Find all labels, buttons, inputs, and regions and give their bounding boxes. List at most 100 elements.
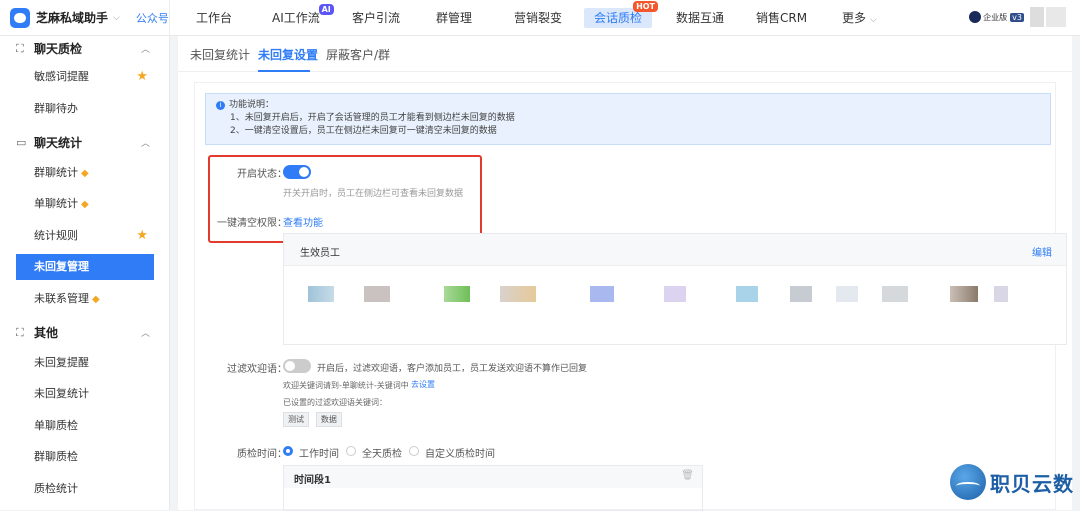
nav-item-session-qc[interactable]: 会话质检HOT bbox=[584, 8, 652, 28]
qc-time-label: 质检时间： bbox=[237, 445, 287, 460]
sidebar-item-group-qc[interactable]: 群聊质检 bbox=[16, 444, 154, 470]
active-tab-underline bbox=[258, 70, 310, 72]
sidebar-group-label: 聊天统计 bbox=[34, 134, 82, 151]
staff-avatar-blurred bbox=[994, 286, 1008, 302]
qc-option-work-time-label[interactable]: 工作时间 bbox=[299, 445, 339, 460]
nav-item-marketing[interactable]: 营销裂变 bbox=[514, 9, 562, 27]
staff-avatar-blurred bbox=[664, 286, 686, 302]
sidebar-item-unreplied-reminder[interactable]: 未回复提醒 bbox=[16, 350, 154, 376]
hot-badge: HOT bbox=[633, 1, 658, 12]
sidebar-item-unreplied-stats[interactable]: 未回复统计 bbox=[16, 381, 154, 407]
sidebar-item-unreplied-management[interactable]: 未回复管理 bbox=[16, 254, 154, 280]
gzh-link[interactable]: 公众号 bbox=[136, 10, 169, 26]
status-label: 开启状态： bbox=[237, 165, 287, 180]
clear-permission-label: 一键清空权限： bbox=[217, 214, 287, 229]
brand-name: 芝麻私域助手 bbox=[36, 9, 108, 26]
nav-item-group-management[interactable]: 群管理 bbox=[436, 9, 472, 27]
star-icon[interactable]: ★ bbox=[136, 64, 148, 90]
account-area[interactable]: 企业版 v3 bbox=[969, 7, 1066, 27]
staff-panel-header: 生效员工 编辑 bbox=[284, 234, 1066, 266]
watermark: 职贝云数 bbox=[950, 464, 1074, 500]
qc-option-custom-radio[interactable] bbox=[409, 446, 419, 456]
staff-avatar-blurred bbox=[364, 286, 390, 302]
view-feature-link[interactable]: 查看功能 bbox=[283, 214, 323, 229]
chevron-down-icon: ⌵ bbox=[870, 15, 877, 25]
enterprise-icon bbox=[969, 11, 981, 23]
info-icon: i bbox=[216, 101, 225, 110]
sidebar-item-qc-stats[interactable]: 质检统计 bbox=[16, 476, 154, 502]
staff-avatar-blurred bbox=[590, 286, 614, 302]
top-bar: 芝麻私域助手 ⌵ 公众号 工作台 AI工作流AI 客户引流 群管理 营销裂变 会… bbox=[0, 0, 1080, 36]
qc-option-work-time-radio[interactable] bbox=[283, 446, 293, 456]
username-blur bbox=[1046, 7, 1066, 27]
scan-icon: ⛶ bbox=[16, 326, 28, 340]
vip-gem-icon: ◆ bbox=[92, 294, 100, 305]
tab-bar: 未回复统计 未回复设置 屏蔽客户/群 bbox=[178, 36, 1072, 72]
status-toggle[interactable] bbox=[283, 165, 311, 179]
edition-label: 企业版 bbox=[983, 12, 1007, 23]
sidebar-group-chat-qc[interactable]: ⛶ 聊天质检 ︿ bbox=[16, 40, 156, 57]
app-logo-icon bbox=[10, 8, 30, 28]
sidebar-item-single-qc[interactable]: 单聊质检 bbox=[16, 413, 154, 439]
sidebar-item-uncontacted-management[interactable]: 未联系管理◆ bbox=[16, 286, 154, 312]
filter-welcome-toggle[interactable] bbox=[283, 359, 311, 373]
edit-staff-link[interactable]: 编辑 bbox=[1032, 244, 1052, 259]
nav-item-more[interactable]: 更多⌵ bbox=[842, 9, 877, 27]
filter-welcome-label: 过滤欢迎语： bbox=[227, 360, 287, 375]
nav-item-data-sync[interactable]: 数据互通 bbox=[676, 9, 724, 27]
info-title: 功能说明： bbox=[229, 100, 274, 110]
watermark-text: 职贝云数 bbox=[990, 468, 1074, 497]
star-icon[interactable]: ★ bbox=[136, 223, 148, 249]
staff-avatar-blurred bbox=[882, 286, 908, 302]
filter-keyword-note: 欢迎关键词请到-单聊统计-关键词中 bbox=[283, 380, 409, 391]
chevron-down-icon[interactable]: ⌵ bbox=[113, 13, 120, 23]
watermark-logo-icon bbox=[950, 464, 986, 500]
staff-avatar-blurred bbox=[500, 286, 536, 302]
nav-item-ai-workflow[interactable]: AI工作流AI bbox=[272, 9, 320, 27]
sidebar-item-group-stats[interactable]: 群聊统计◆ bbox=[16, 160, 154, 186]
goto-settings-link[interactable]: 去设置 bbox=[411, 379, 435, 390]
vip-gem-icon: ◆ bbox=[81, 199, 89, 210]
staff-avatar-blurred bbox=[836, 286, 858, 302]
tab-blocked-customers[interactable]: 屏蔽客户/群 bbox=[326, 46, 390, 63]
keyword-chips: 测试 数据 bbox=[283, 411, 345, 427]
sidebar-group-chat-stats[interactable]: ▭ 聊天统计 ︿ bbox=[16, 134, 156, 151]
avatar[interactable] bbox=[1030, 7, 1044, 27]
ai-badge: AI bbox=[319, 4, 334, 15]
nav-item-workbench[interactable]: 工作台 bbox=[196, 9, 232, 27]
main-content: 未回复统计 未回复设置 屏蔽客户/群 i功能说明： 1、未回复开启后，开启了会话… bbox=[178, 36, 1072, 510]
filter-welcome-hint: 开启后，过滤欢迎语，客户添加员工，员工发送欢迎语不算作已回复 bbox=[317, 361, 587, 374]
stats-icon: ▭ bbox=[16, 136, 28, 149]
chevron-up-icon: ︿ bbox=[141, 136, 150, 149]
qc-option-all-day-label[interactable]: 全天质检 bbox=[362, 445, 402, 460]
qc-option-custom-label[interactable]: 自定义质检时间 bbox=[425, 445, 495, 460]
sidebar-group-label: 聊天质检 bbox=[34, 40, 82, 57]
sidebar: ⛶ 聊天质检 ︿ 敏感词提醒★ 群聊待办 ▭ 聊天统计 ︿ 群聊统计◆ 单聊统计… bbox=[0, 36, 170, 510]
sidebar-item-stats-rules[interactable]: 统计规则★ bbox=[16, 223, 154, 249]
staff-avatar-blurred bbox=[950, 286, 978, 302]
sidebar-item-single-stats[interactable]: 单聊统计◆ bbox=[16, 191, 154, 217]
trash-icon[interactable]: 🗑 bbox=[681, 470, 694, 481]
time-period-panel: 时间段1 🗑 bbox=[283, 465, 703, 511]
staff-avatar-blurred bbox=[736, 286, 758, 302]
keyword-chip: 数据 bbox=[316, 412, 342, 427]
sidebar-item-group-todo[interactable]: 群聊待办 bbox=[16, 96, 154, 122]
nav-item-customer-acquisition[interactable]: 客户引流 bbox=[352, 9, 400, 27]
staff-avatar-blurred bbox=[444, 286, 470, 302]
status-hint: 开关开启时，员工在侧边栏可查看未回复数据 bbox=[283, 186, 463, 199]
sidebar-group-other[interactable]: ⛶ 其他 ︿ bbox=[16, 324, 156, 341]
keyword-chip: 测试 bbox=[283, 412, 309, 427]
tab-unreplied-stats[interactable]: 未回复统计 bbox=[190, 46, 250, 63]
chevron-up-icon: ︿ bbox=[141, 326, 150, 339]
staff-avatar-blurred bbox=[790, 286, 812, 302]
qc-option-all-day-radio[interactable] bbox=[346, 446, 356, 456]
brand[interactable]: 芝麻私域助手 ⌵ 公众号 bbox=[0, 0, 170, 36]
sidebar-item-sensitive-words[interactable]: 敏感词提醒★ bbox=[16, 64, 154, 90]
time-period-header: 时间段1 🗑 bbox=[284, 466, 702, 488]
staff-avatar-blurred bbox=[308, 286, 334, 302]
sidebar-group-label: 其他 bbox=[34, 324, 58, 341]
version-badge: v3 bbox=[1010, 13, 1024, 22]
tab-unreplied-settings[interactable]: 未回复设置 bbox=[258, 46, 318, 63]
nav-item-sales-crm[interactable]: 销售CRM bbox=[756, 9, 807, 27]
keyword-set-label: 已设置的过滤欢迎语关键词： bbox=[283, 397, 387, 408]
